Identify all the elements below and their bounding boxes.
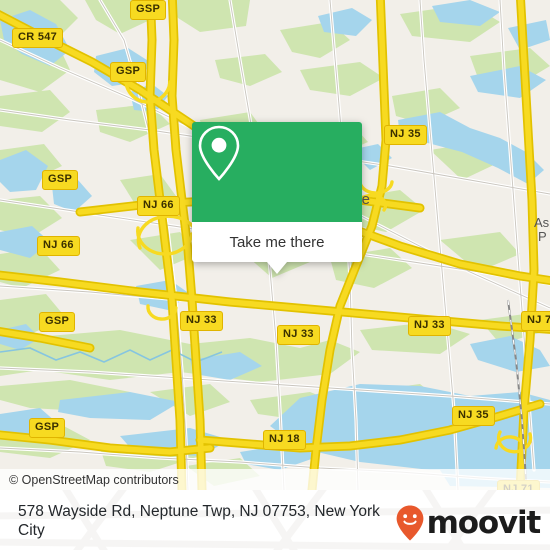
popup-image (192, 122, 362, 222)
road-shield: NJ 66 (137, 196, 180, 216)
road-shield: NJ 71 (521, 311, 550, 331)
osm-attribution-text: © OpenStreetMap contributors (9, 472, 179, 487)
road-shield: GSP (39, 312, 76, 332)
popup-action-row[interactable]: Take me there (192, 222, 362, 262)
road-shield: NJ 18 (263, 430, 306, 450)
road-shield: NJ 35 (452, 406, 495, 426)
place-label: P (538, 229, 547, 244)
moovit-pin-smiley-icon (396, 505, 424, 541)
map-popup-card[interactable]: Take me there (192, 122, 362, 274)
road-shield: NJ 66 (37, 236, 80, 256)
take-me-there-label: Take me there (229, 233, 325, 251)
place-label: As (534, 215, 550, 230)
address-text: 578 Wayside Rd, Neptune Twp, NJ 07753, N… (18, 503, 380, 539)
map-attribution-bar: © OpenStreetMap contributors (0, 469, 550, 490)
popup-tail (267, 262, 287, 274)
moovit-logo[interactable]: moovit (395, 502, 542, 542)
road-shield: NJ 33 (408, 316, 451, 336)
road-shield: GSP (42, 170, 79, 190)
road-shield: NJ 35 (384, 125, 427, 145)
road-shield: NJ 33 (277, 325, 320, 345)
map-pin-icon (198, 125, 240, 181)
road-shield: GSP (110, 62, 147, 82)
road-shield: GSP (130, 0, 167, 20)
result-footer: 578 Wayside Rd, Neptune Twp, NJ 07753, N… (0, 490, 550, 550)
map-result-screen: GSP CR 547 GSP GSP NJ 35 NJ 66 NJ 66 GSP NJ 33 NJ… (0, 0, 550, 550)
road-shield: CR 547 (12, 28, 64, 48)
road-shield: NJ 33 (180, 311, 223, 331)
map-canvas[interactable]: GSP CR 547 GSP GSP NJ 35 NJ 66 NJ 66 GSP NJ 33 NJ… (0, 0, 550, 490)
moovit-wordmark: moovit (426, 504, 542, 541)
road-shield: GSP (29, 418, 66, 438)
